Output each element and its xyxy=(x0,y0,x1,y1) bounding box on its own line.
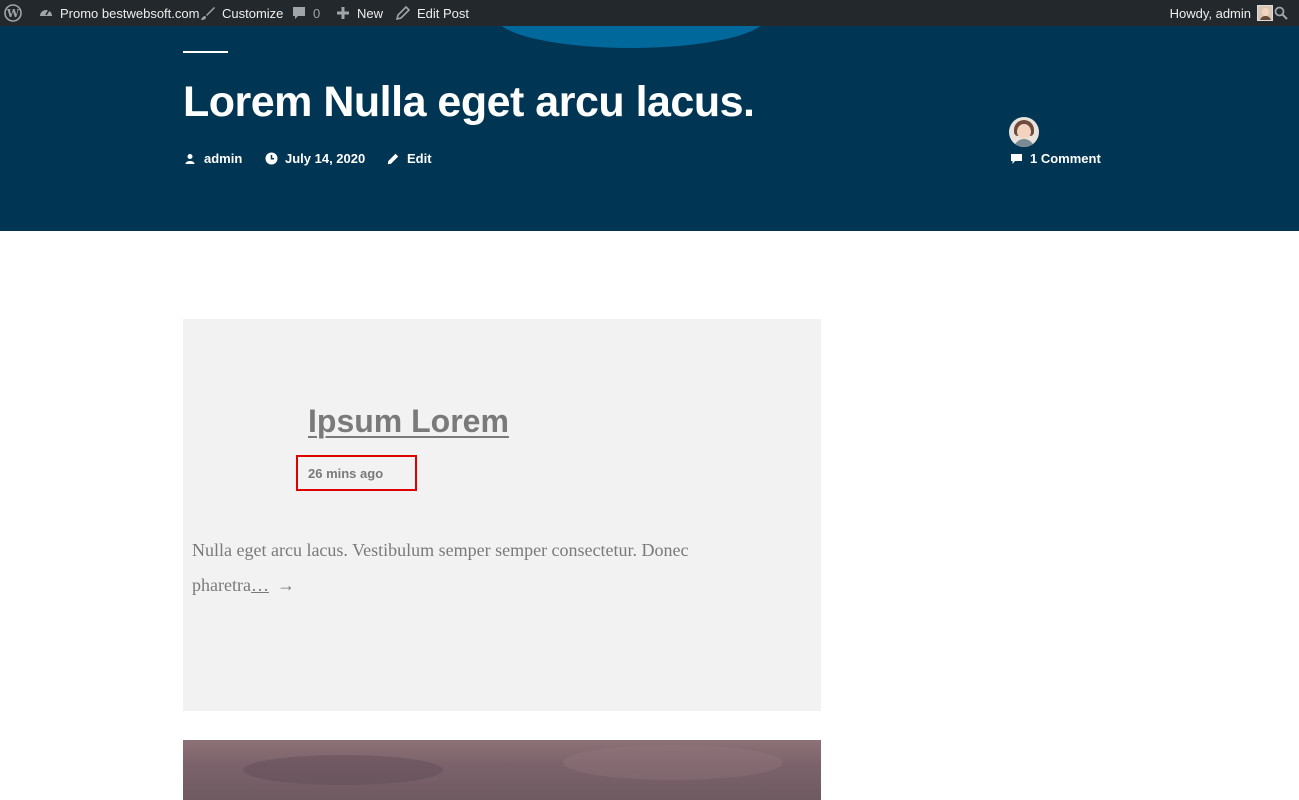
person-icon xyxy=(183,152,197,166)
clock-icon xyxy=(264,152,278,166)
title-divider xyxy=(183,51,228,53)
avatar-face xyxy=(1017,124,1031,139)
post-comments-link[interactable]: 1 Comment xyxy=(1009,151,1101,166)
comments-label: 1 Comment xyxy=(1030,151,1101,166)
pencil-icon xyxy=(386,152,400,166)
next-post-image[interactable] xyxy=(183,740,821,800)
edit-post-label: Edit Post xyxy=(417,5,470,21)
customize-link[interactable]: Customize xyxy=(199,0,283,26)
howdy-label: Howdy, admin xyxy=(1169,5,1251,21)
admin-bar: W Promo bestwebsoft.com Customize 0 New … xyxy=(0,0,1299,26)
plus-icon xyxy=(334,4,352,22)
search-icon xyxy=(1272,4,1290,22)
read-more-link[interactable]: … xyxy=(251,575,269,595)
comments-link[interactable]: 0 xyxy=(290,0,320,26)
comment-bubble-icon xyxy=(290,4,308,22)
new-content-menu[interactable]: New xyxy=(334,0,383,26)
highlight-box xyxy=(296,455,417,491)
new-label: New xyxy=(357,5,384,21)
post-header: Lorem Nulla eget arcu lacus. admin July … xyxy=(0,26,1299,231)
post-author-link[interactable]: admin xyxy=(183,151,242,166)
post-date: July 14, 2020 xyxy=(285,151,366,166)
comment-icon xyxy=(1009,152,1023,166)
dashboard-icon xyxy=(37,4,55,22)
post-author: admin xyxy=(204,151,243,166)
excerpt-line-1: Nulla eget arcu lacus. Vestibulum semper… xyxy=(192,540,689,560)
svg-text:W: W xyxy=(6,7,20,20)
excerpt-line-2: pharetra xyxy=(192,575,251,595)
related-post-title[interactable]: Ipsum Lorem xyxy=(308,403,509,440)
wordpress-icon: W xyxy=(4,4,22,22)
site-name-link[interactable]: Promo bestwebsoft.com xyxy=(37,0,199,26)
site-name-label: Promo bestwebsoft.com xyxy=(60,5,200,21)
admin-avatar-small xyxy=(1257,5,1273,21)
customize-label: Customize xyxy=(222,5,284,21)
related-post-card: Ipsum Lorem 26 mins ago Nulla eget arcu … xyxy=(183,319,821,711)
brush-icon xyxy=(199,4,217,22)
comments-count: 0 xyxy=(313,5,321,21)
avatar-body xyxy=(1014,139,1034,147)
my-account-menu[interactable]: Howdy, admin xyxy=(1170,0,1273,26)
post-edit-link[interactable]: Edit xyxy=(386,151,432,166)
wordpress-menu[interactable]: W xyxy=(4,0,27,26)
pencil-icon xyxy=(394,4,412,22)
post-title: Lorem Nulla eget arcu lacus. xyxy=(183,78,755,126)
header-decoration xyxy=(496,26,766,48)
post-date-link[interactable]: July 14, 2020 xyxy=(264,151,365,166)
edit-label: Edit xyxy=(407,151,432,166)
author-avatar xyxy=(1009,117,1039,147)
edit-post-link[interactable]: Edit Post xyxy=(394,0,469,26)
related-post-excerpt: Nulla eget arcu lacus. Vestibulum semper… xyxy=(192,533,792,603)
read-more-arrow[interactable]: → xyxy=(277,575,295,595)
admin-search-button[interactable] xyxy=(1272,0,1295,26)
